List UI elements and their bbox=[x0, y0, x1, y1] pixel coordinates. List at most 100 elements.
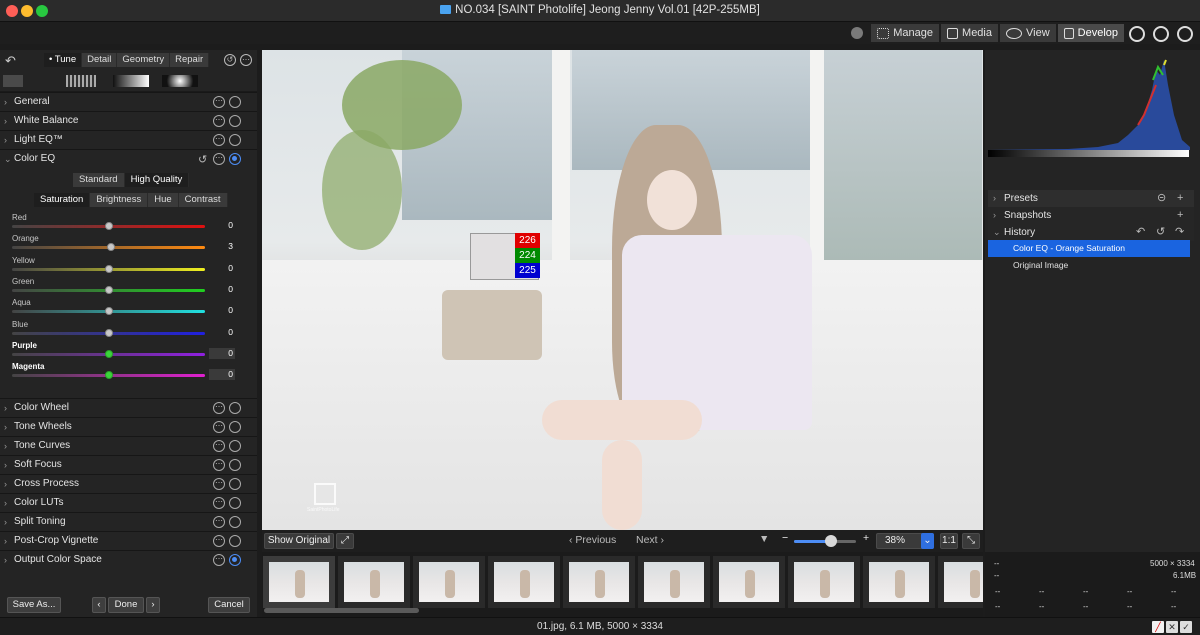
section-color-eq[interactable]: ⌄ Color EQ ↺ ⋯ bbox=[0, 149, 257, 168]
more-options-icon[interactable]: ⊝ bbox=[1157, 190, 1166, 207]
section-toggle[interactable] bbox=[229, 115, 241, 127]
tab-repair[interactable]: Repair bbox=[170, 53, 210, 67]
section-post-crop-vignette[interactable]: › Post-Crop Vignette ⋯ bbox=[0, 531, 257, 550]
section-toggle[interactable] bbox=[229, 516, 241, 528]
image-viewer[interactable]: 226 224 225 SaintPhotoLife bbox=[262, 50, 983, 530]
section-toggle[interactable] bbox=[229, 554, 241, 566]
slider-value[interactable]: 0 bbox=[209, 347, 235, 359]
slider-magenta[interactable]: Magenta 0 bbox=[0, 362, 257, 382]
filmstrip-thumbnail[interactable] bbox=[263, 556, 335, 608]
next-button[interactable]: › bbox=[146, 597, 160, 613]
show-original-button[interactable]: Show Original bbox=[264, 533, 334, 549]
section-options-icon[interactable]: ⋯ bbox=[213, 96, 225, 108]
globe-icon[interactable] bbox=[1129, 26, 1145, 42]
section-cross-process[interactable]: › Cross Process ⋯ bbox=[0, 474, 257, 493]
slider-value[interactable]: 0 bbox=[209, 369, 235, 381]
gradient-mask-tool-icon[interactable] bbox=[66, 75, 96, 87]
linear-gradient-tool-icon[interactable] bbox=[113, 75, 149, 87]
section-options-icon[interactable]: ⋯ bbox=[213, 402, 225, 414]
section-toggle[interactable] bbox=[229, 478, 241, 490]
accept-icon[interactable]: ✓ bbox=[1180, 621, 1192, 633]
reset-icon[interactable]: ↺ bbox=[224, 54, 236, 66]
zoom-dropdown-icon[interactable]: ⌄ bbox=[921, 533, 934, 549]
dropdown-arrow-icon[interactable]: ▼ bbox=[759, 533, 769, 545]
undo-icon[interactable]: ↶ bbox=[1136, 224, 1145, 241]
redo-icon[interactable]: ↷ bbox=[1175, 224, 1184, 241]
section-split-toning[interactable]: › Split Toning ⋯ bbox=[0, 512, 257, 531]
slider-value[interactable]: 0 bbox=[209, 220, 235, 231]
history-item[interactable]: Original Image bbox=[988, 257, 1190, 274]
360-icon[interactable] bbox=[1153, 26, 1169, 42]
zoom-slider-knob[interactable] bbox=[824, 535, 837, 547]
tab-geometry[interactable]: Geometry bbox=[117, 53, 171, 67]
section-output-color-space[interactable]: › Output Color Space ⋯ bbox=[0, 550, 257, 569]
section-toggle[interactable] bbox=[229, 134, 241, 146]
add-snapshot-icon[interactable]: + bbox=[1177, 207, 1183, 224]
slider-knob[interactable] bbox=[104, 222, 113, 230]
tab-detail[interactable]: Detail bbox=[82, 53, 118, 67]
slider-knob[interactable] bbox=[104, 371, 113, 380]
filmstrip-thumbnail[interactable] bbox=[488, 556, 560, 608]
section-soft-focus[interactable]: › Soft Focus ⋯ bbox=[0, 455, 257, 474]
slider-knob[interactable] bbox=[104, 307, 113, 316]
section-general[interactable]: › General ⋯ bbox=[0, 92, 257, 111]
section-color-wheel[interactable]: › Color Wheel ⋯ bbox=[0, 398, 257, 417]
histogram-tool-icon[interactable] bbox=[3, 75, 23, 87]
section-options-icon[interactable]: ⋯ bbox=[213, 497, 225, 509]
fullscreen-button[interactable]: ⤢ bbox=[336, 533, 354, 549]
filmstrip-thumbnail[interactable] bbox=[938, 556, 983, 608]
zoom-in-button[interactable]: + bbox=[863, 532, 869, 544]
no-color-label-icon[interactable]: ╱ bbox=[1152, 621, 1164, 633]
presets-section[interactable]: › Presets ⊝ + bbox=[988, 190, 1194, 207]
reset-history-icon[interactable]: ↺ bbox=[1156, 224, 1165, 241]
develop-mode-button[interactable]: Develop bbox=[1058, 24, 1124, 42]
high-quality-mode-button[interactable]: High Quality bbox=[124, 173, 190, 187]
section-toggle[interactable] bbox=[229, 421, 241, 433]
one-to-one-button[interactable]: 1:1 bbox=[940, 533, 958, 549]
user-icon[interactable] bbox=[851, 27, 863, 39]
back-icon[interactable]: ↶ bbox=[5, 53, 16, 69]
slider-yellow[interactable]: Yellow 0 bbox=[0, 256, 257, 276]
slider-knob[interactable] bbox=[104, 264, 113, 273]
filmstrip-thumbnail[interactable] bbox=[563, 556, 635, 608]
section-toggle[interactable] bbox=[229, 459, 241, 471]
section-color-luts[interactable]: › Color LUTs ⋯ bbox=[0, 493, 257, 512]
section-tone-curves[interactable]: › Tone Curves ⋯ bbox=[0, 436, 257, 455]
manage-mode-button[interactable]: Manage bbox=[871, 24, 939, 42]
more-options-icon[interactable]: ⋯ bbox=[240, 54, 252, 66]
filmstrip-scrollbar[interactable] bbox=[264, 608, 419, 613]
slider-blue[interactable]: Blue 0 bbox=[0, 320, 257, 340]
cancel-button[interactable]: Cancel bbox=[208, 597, 250, 613]
reset-icon[interactable]: ↺ bbox=[198, 151, 207, 169]
section-toggle[interactable] bbox=[229, 497, 241, 509]
slider-green[interactable]: Green 0 bbox=[0, 277, 257, 297]
section-options-icon[interactable]: ⋯ bbox=[213, 153, 225, 165]
hue-tab[interactable]: Hue bbox=[148, 193, 179, 207]
radial-gradient-tool-icon[interactable] bbox=[162, 75, 198, 87]
section-options-icon[interactable]: ⋯ bbox=[213, 535, 225, 547]
history-section[interactable]: ⌄ History ↶ ↺ ↷ bbox=[988, 224, 1194, 241]
next-link[interactable]: Next › bbox=[636, 534, 664, 546]
slider-aqua[interactable]: Aqua 0 bbox=[0, 298, 257, 318]
filmstrip-thumbnail[interactable] bbox=[413, 556, 485, 608]
previous-button[interactable]: ‹ bbox=[92, 597, 106, 613]
reject-icon[interactable]: ✕ bbox=[1166, 621, 1178, 633]
snapshots-section[interactable]: › Snapshots + bbox=[988, 207, 1194, 224]
tab-tune[interactable]: • Tune bbox=[44, 53, 83, 67]
media-mode-button[interactable]: Media bbox=[941, 24, 998, 42]
slider-red[interactable]: Red 0 bbox=[0, 213, 257, 233]
section-options-icon[interactable]: ⋯ bbox=[213, 115, 225, 127]
contrast-tab[interactable]: Contrast bbox=[178, 193, 228, 207]
filmstrip-thumbnail[interactable] bbox=[788, 556, 860, 608]
history-item[interactable]: Color EQ - Orange Saturation bbox=[988, 240, 1190, 257]
privacy-icon[interactable] bbox=[1177, 26, 1193, 42]
fit-button[interactable]: ⤡ bbox=[962, 533, 980, 549]
section-options-icon[interactable]: ⋯ bbox=[213, 440, 225, 452]
section-toggle[interactable] bbox=[229, 96, 241, 108]
saturation-tab[interactable]: Saturation bbox=[34, 193, 91, 207]
section-white-balance[interactable]: › White Balance ⋯ bbox=[0, 111, 257, 130]
zoom-out-button[interactable]: − bbox=[782, 532, 788, 544]
standard-mode-button[interactable]: Standard bbox=[73, 173, 125, 187]
previous-link[interactable]: ‹ Previous bbox=[569, 534, 616, 546]
slider-value[interactable]: 0 bbox=[209, 327, 235, 338]
